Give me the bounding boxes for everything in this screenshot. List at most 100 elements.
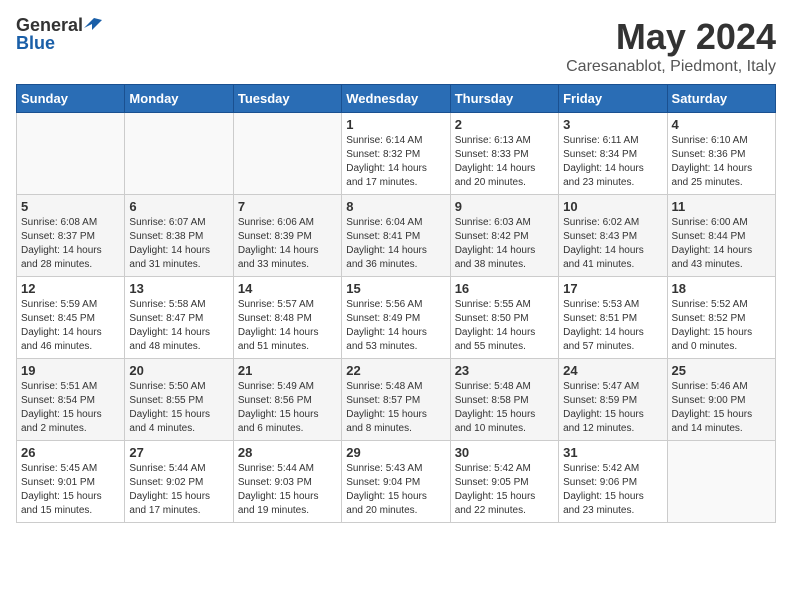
day-info: Sunrise: 5:47 AMSunset: 8:59 PMDaylight:… <box>563 380 662 436</box>
day-info: Sunrise: 5:43 AMSunset: 9:04 PMDaylight:… <box>346 462 445 518</box>
header-day-thursday: Thursday <box>450 85 558 113</box>
day-info: Sunrise: 6:06 AMSunset: 8:39 PMDaylight:… <box>238 216 337 272</box>
page-subtitle: Caresanablot, Piedmont, Italy <box>566 58 776 76</box>
calendar-cell: 10Sunrise: 6:02 AMSunset: 8:43 PMDayligh… <box>559 195 667 277</box>
day-number: 22 <box>346 363 445 378</box>
header-day-friday: Friday <box>559 85 667 113</box>
calendar-cell <box>233 113 341 195</box>
day-number: 15 <box>346 281 445 296</box>
calendar-cell: 23 Sunrise: 5:48 AMSunset: 8:58 PMDayligh… <box>450 359 558 441</box>
day-info: Sunrise: 5:42 AMSunset: 9:06 PMDaylight:… <box>563 462 662 518</box>
day-number: 23 <box>455 363 554 378</box>
calendar-cell: 1Sunrise: 6:14 AMSunset: 8:32 PMDaylight… <box>342 113 450 195</box>
calendar-cell: 19 Sunrise: 5:51 AMSunset: 8:54 PMDayligh… <box>17 359 125 441</box>
day-number: 18 <box>672 281 771 296</box>
calendar-cell: 17 Sunrise: 5:53 AMSunset: 8:51 PMDayligh… <box>559 277 667 359</box>
logo: General Blue <box>16 16 102 52</box>
day-number: 7 <box>238 199 337 214</box>
calendar-cell: 6 Sunrise: 6:07 AMSunset: 8:38 PMDaylight… <box>125 195 233 277</box>
calendar-cell: 2Sunrise: 6:13 AMSunset: 8:33 PMDaylight… <box>450 113 558 195</box>
calendar-cell: 8Sunrise: 6:04 AMSunset: 8:41 PMDaylight… <box>342 195 450 277</box>
logo-bird-icon <box>84 16 102 34</box>
calendar-cell: 7 Sunrise: 6:06 AMSunset: 8:39 PMDaylight… <box>233 195 341 277</box>
calendar-cell <box>17 113 125 195</box>
day-info: Sunrise: 5:56 AMSunset: 8:49 PMDaylight:… <box>346 298 445 354</box>
calendar-cell: 16 Sunrise: 5:55 AMSunset: 8:50 PMDayligh… <box>450 277 558 359</box>
day-number: 20 <box>129 363 228 378</box>
header-day-saturday: Saturday <box>667 85 775 113</box>
calendar-week-4: 19 Sunrise: 5:51 AMSunset: 8:54 PMDayligh… <box>17 359 776 441</box>
calendar-cell: 22 Sunrise: 5:48 AMSunset: 8:57 PMDayligh… <box>342 359 450 441</box>
calendar-body: 1Sunrise: 6:14 AMSunset: 8:32 PMDaylight… <box>17 113 776 523</box>
calendar-cell: 4Sunrise: 6:10 AMSunset: 8:36 PMDaylight… <box>667 113 775 195</box>
calendar-cell: 18 Sunrise: 5:52 AMSunset: 8:52 PMDayligh… <box>667 277 775 359</box>
day-number: 17 <box>563 281 662 296</box>
calendar-cell: 9Sunrise: 6:03 AMSunset: 8:42 PMDaylight… <box>450 195 558 277</box>
calendar-cell: 27Sunrise: 5:44 AMSunset: 9:02 PMDayligh… <box>125 441 233 523</box>
day-number: 27 <box>129 445 228 460</box>
title-block: May 2024 Caresanablot, Piedmont, Italy <box>566 16 776 76</box>
day-info: Sunrise: 6:00 AMSunset: 8:44 PMDaylight:… <box>672 216 771 272</box>
page-title: May 2024 <box>566 16 776 58</box>
calendar-cell: 31Sunrise: 5:42 AMSunset: 9:06 PMDayligh… <box>559 441 667 523</box>
calendar-cell: 21 Sunrise: 5:49 AMSunset: 8:56 PMDayligh… <box>233 359 341 441</box>
calendar-cell: 3Sunrise: 6:11 AMSunset: 8:34 PMDaylight… <box>559 113 667 195</box>
day-info: Sunrise: 5:46 AMSunset: 9:00 PMDaylight:… <box>672 380 771 436</box>
day-number: 12 <box>21 281 120 296</box>
header-day-sunday: Sunday <box>17 85 125 113</box>
calendar-cell: 28 Sunrise: 5:44 AMSunset: 9:03 PMDayligh… <box>233 441 341 523</box>
day-number: 11 <box>672 199 771 214</box>
day-number: 21 <box>238 363 337 378</box>
day-number: 4 <box>672 117 771 132</box>
calendar-week-1: 1Sunrise: 6:14 AMSunset: 8:32 PMDaylight… <box>17 113 776 195</box>
day-number: 16 <box>455 281 554 296</box>
day-info: Sunrise: 5:48 AMSunset: 8:58 PMDaylight:… <box>455 380 554 436</box>
header-row: SundayMondayTuesdayWednesdayThursdayFrid… <box>17 85 776 113</box>
day-info: Sunrise: 5:59 AMSunset: 8:45 PMDaylight:… <box>21 298 120 354</box>
calendar-cell: 25Sunrise: 5:46 AMSunset: 9:00 PMDayligh… <box>667 359 775 441</box>
day-number: 2 <box>455 117 554 132</box>
calendar-cell: 13Sunrise: 5:58 AMSunset: 8:47 PMDayligh… <box>125 277 233 359</box>
day-number: 19 <box>21 363 120 378</box>
day-info: Sunrise: 6:07 AMSunset: 8:38 PMDaylight:… <box>129 216 228 272</box>
day-number: 29 <box>346 445 445 460</box>
day-info: Sunrise: 5:48 AMSunset: 8:57 PMDaylight:… <box>346 380 445 436</box>
calendar-cell: 14Sunrise: 5:57 AMSunset: 8:48 PMDayligh… <box>233 277 341 359</box>
calendar-cell: 20 Sunrise: 5:50 AMSunset: 8:55 PMDayligh… <box>125 359 233 441</box>
day-number: 5 <box>21 199 120 214</box>
day-info: Sunrise: 6:14 AMSunset: 8:32 PMDaylight:… <box>346 134 445 190</box>
day-info: Sunrise: 5:50 AMSunset: 8:55 PMDaylight:… <box>129 380 228 436</box>
calendar-cell: 15 Sunrise: 5:56 AMSunset: 8:49 PMDayligh… <box>342 277 450 359</box>
day-info: Sunrise: 5:53 AMSunset: 8:51 PMDaylight:… <box>563 298 662 354</box>
day-info: Sunrise: 5:52 AMSunset: 8:52 PMDaylight:… <box>672 298 771 354</box>
day-number: 9 <box>455 199 554 214</box>
day-number: 28 <box>238 445 337 460</box>
day-info: Sunrise: 5:51 AMSunset: 8:54 PMDaylight:… <box>21 380 120 436</box>
calendar-cell: 24 Sunrise: 5:47 AMSunset: 8:59 PMDayligh… <box>559 359 667 441</box>
day-info: Sunrise: 5:44 AMSunset: 9:03 PMDaylight:… <box>238 462 337 518</box>
logo-general: General <box>16 16 83 34</box>
day-number: 26 <box>21 445 120 460</box>
calendar-cell: 11 Sunrise: 6:00 AMSunset: 8:44 PMDayligh… <box>667 195 775 277</box>
day-number: 3 <box>563 117 662 132</box>
day-info: Sunrise: 6:08 AMSunset: 8:37 PMDaylight:… <box>21 216 120 272</box>
day-info: Sunrise: 5:45 AMSunset: 9:01 PMDaylight:… <box>21 462 120 518</box>
day-info: Sunrise: 6:02 AMSunset: 8:43 PMDaylight:… <box>563 216 662 272</box>
day-info: Sunrise: 6:04 AMSunset: 8:41 PMDaylight:… <box>346 216 445 272</box>
logo-blue: Blue <box>16 34 55 52</box>
day-info: Sunrise: 5:49 AMSunset: 8:56 PMDaylight:… <box>238 380 337 436</box>
day-info: Sunrise: 5:55 AMSunset: 8:50 PMDaylight:… <box>455 298 554 354</box>
day-number: 30 <box>455 445 554 460</box>
calendar-cell: 29 Sunrise: 5:43 AMSunset: 9:04 PMDayligh… <box>342 441 450 523</box>
calendar-week-3: 12 Sunrise: 5:59 AMSunset: 8:45 PMDayligh… <box>17 277 776 359</box>
calendar-header: SundayMondayTuesdayWednesdayThursdayFrid… <box>17 85 776 113</box>
day-number: 24 <box>563 363 662 378</box>
calendar-cell: 30Sunrise: 5:42 AMSunset: 9:05 PMDayligh… <box>450 441 558 523</box>
day-number: 6 <box>129 199 228 214</box>
page-header: General Blue May 2024 Caresanablot, Pied… <box>16 16 776 76</box>
calendar-table: SundayMondayTuesdayWednesdayThursdayFrid… <box>16 84 776 523</box>
header-day-monday: Monday <box>125 85 233 113</box>
day-number: 13 <box>129 281 228 296</box>
calendar-cell: 5 Sunrise: 6:08 AMSunset: 8:37 PMDaylight… <box>17 195 125 277</box>
calendar-week-5: 26 Sunrise: 5:45 AMSunset: 9:01 PMDayligh… <box>17 441 776 523</box>
